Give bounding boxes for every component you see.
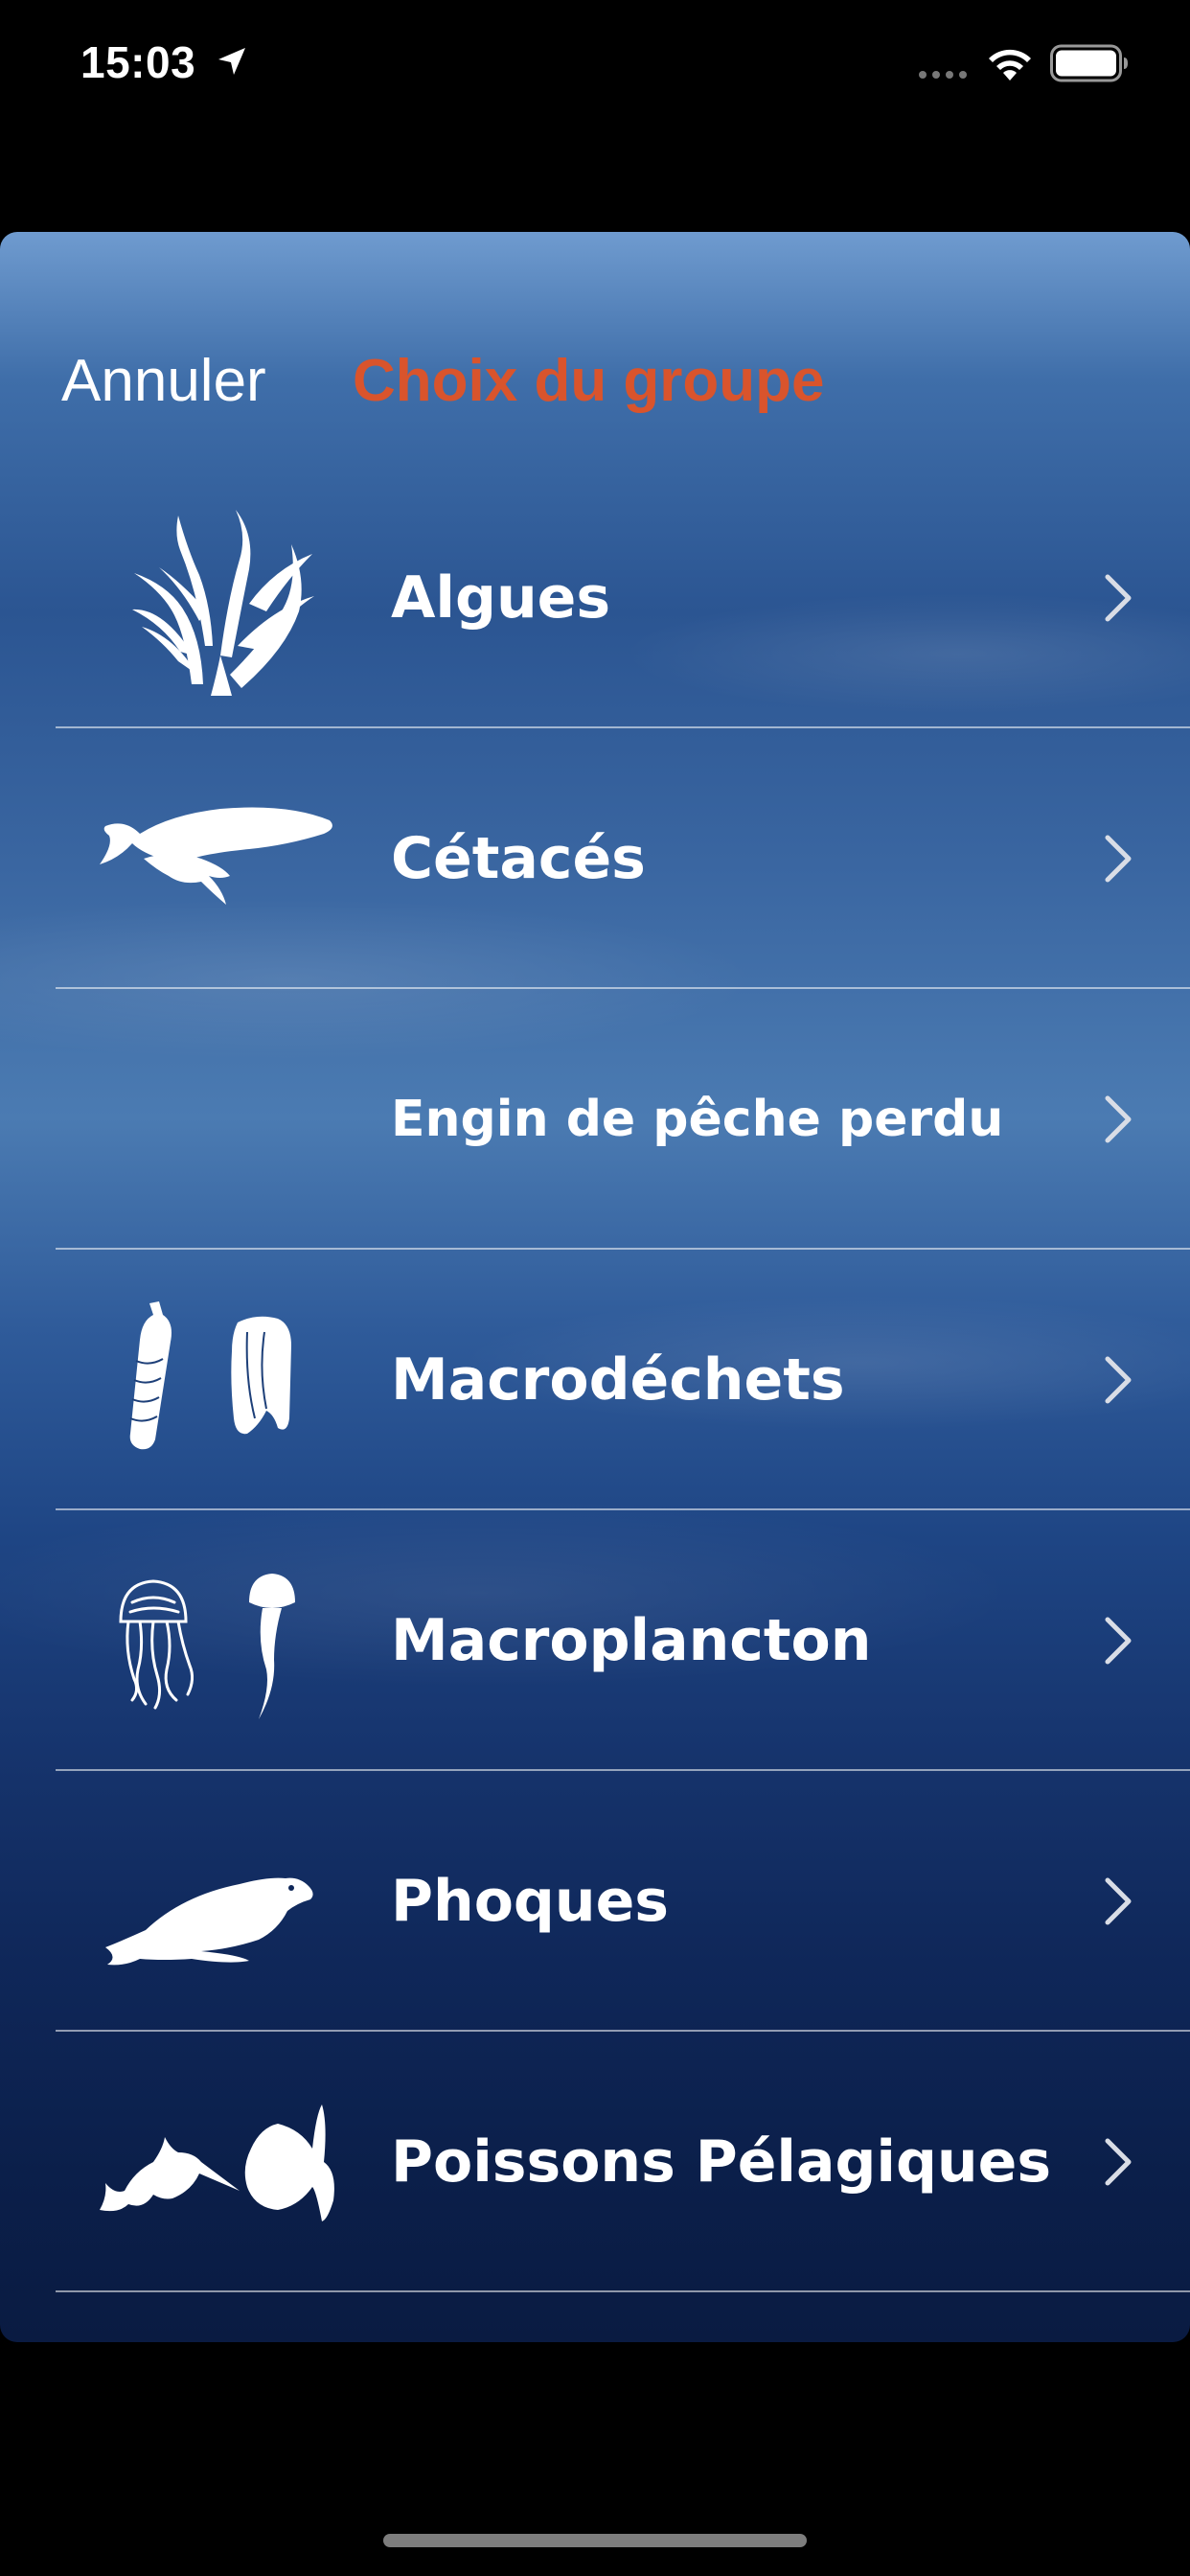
nav-bar: Annuler Choix du groupe (0, 337, 1190, 424)
group-row-cetaces[interactable]: Cétacés (0, 728, 1190, 989)
battery-icon (1050, 44, 1128, 82)
group-label: Cétacés (391, 825, 646, 892)
status-bar: 15:03 (0, 0, 1190, 134)
screen: 15:03 Annuler Choix du groupe Algues Cét… (0, 0, 1190, 2576)
chevron-right-icon (1105, 1877, 1132, 1925)
group-row-macroplancton[interactable]: Macroplancton (0, 1510, 1190, 1771)
seaweed-icon (132, 510, 314, 696)
seal-icon (105, 1877, 313, 1966)
chevron-right-icon (1105, 1356, 1132, 1404)
group-row-poissons-pelagiques[interactable]: Poissons Pélagiques (0, 2032, 1190, 2292)
location-arrow-icon (218, 48, 245, 75)
chevron-right-icon (1105, 835, 1132, 883)
cellular-signal-icon (919, 71, 967, 79)
group-list: Algues Cétacés Engin de pêche perdu Macr… (0, 468, 1190, 2292)
status-time: 15:03 (80, 37, 196, 87)
group-label: Poissons Pélagiques (391, 2128, 1052, 2196)
group-row-engin-de-peche-perdu[interactable]: Engin de pêche perdu (0, 989, 1190, 1250)
wifi-icon (989, 49, 1031, 80)
jellyfish-icon (119, 1574, 295, 1719)
chevron-right-icon (1105, 2138, 1132, 2186)
cancel-button[interactable]: Annuler (61, 347, 266, 415)
group-row-phoques[interactable]: Phoques (0, 1771, 1190, 2032)
group-label: Algues (391, 564, 611, 632)
group-row-algues[interactable]: Algues (0, 468, 1190, 728)
group-row-macrodechets[interactable]: Macrodéchets (0, 1250, 1190, 1510)
chevron-right-icon (1105, 1095, 1132, 1143)
group-label: Phoques (391, 1868, 669, 1935)
chevron-right-icon (1105, 574, 1132, 622)
page-title: Choix du groupe (353, 348, 825, 414)
group-label: Engin de pêche perdu (391, 1091, 1004, 1148)
group-label: Macrodéchets (391, 1346, 845, 1414)
chevron-right-icon (1105, 1617, 1132, 1665)
home-indicator[interactable] (383, 2534, 807, 2547)
swordfish-sunfish-icon (100, 2104, 334, 2221)
whale-icon (100, 807, 332, 905)
row-divider (56, 2290, 1190, 2292)
bottle-bag-icon (129, 1301, 291, 1450)
group-label: Macroplancton (391, 1607, 872, 1674)
